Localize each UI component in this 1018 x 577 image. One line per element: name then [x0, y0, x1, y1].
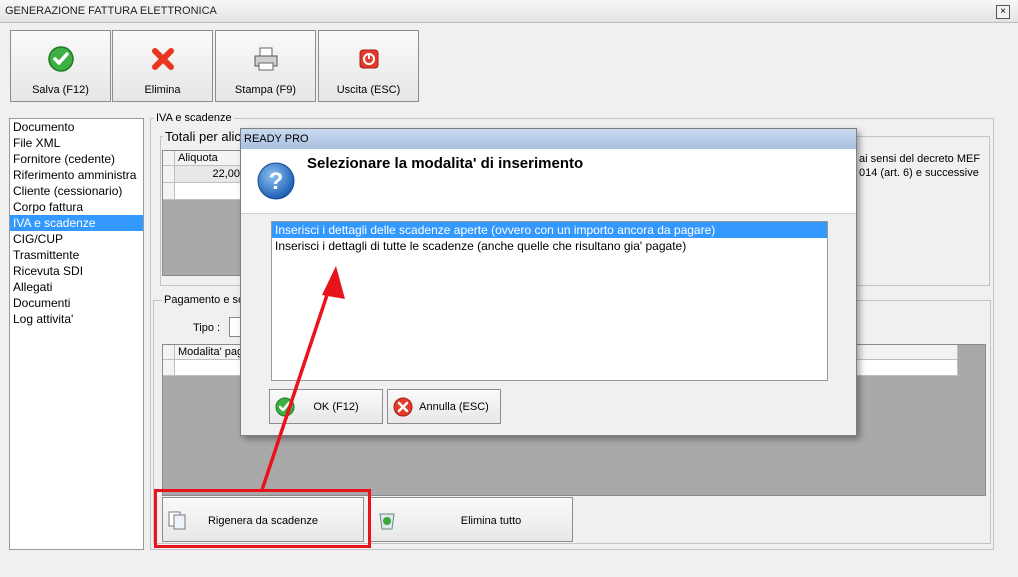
- annotation-arrow: [260, 266, 345, 491]
